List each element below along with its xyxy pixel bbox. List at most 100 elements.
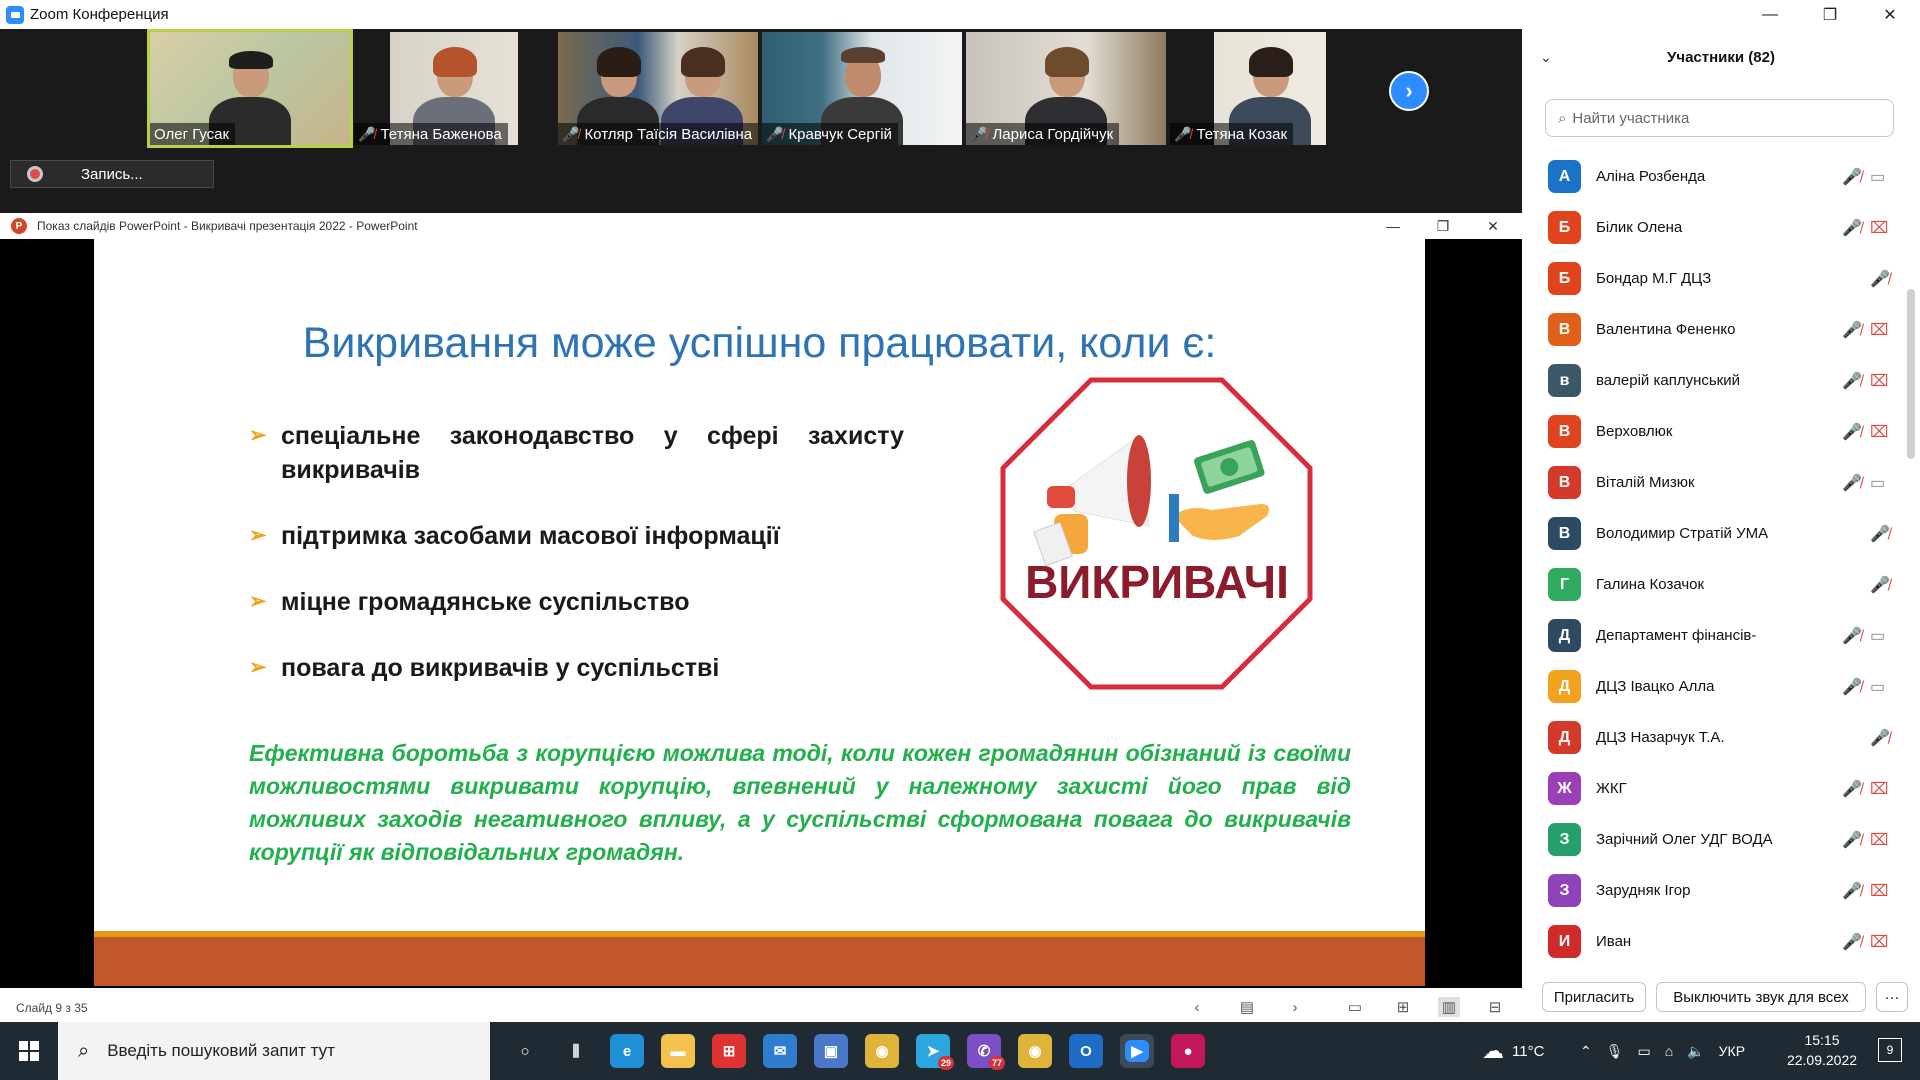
mic-muted-icon[interactable]: 🎤̸ (1870, 728, 1890, 748)
store-icon[interactable]: ⊞ (712, 1034, 746, 1068)
mic-muted-icon[interactable]: 🎤̸ (1842, 371, 1862, 391)
participant-row[interactable]: В Верховлюк 🎤̸ ⌧ (1522, 406, 1920, 457)
task-view-icon[interactable]: ○ (508, 1034, 542, 1068)
participant-row[interactable]: Г Галина Козачок 🎤̸ (1522, 559, 1920, 610)
mic-muted-icon[interactable]: 🎤̸ (1842, 932, 1862, 952)
language-indicator[interactable]: УКР (1719, 1043, 1745, 1059)
mute-all-button[interactable]: Выключить звук для всех (1656, 982, 1866, 1012)
widgets-icon[interactable]: ⫼ (559, 1034, 593, 1068)
minimize-button[interactable]: — (1740, 0, 1800, 29)
mic-muted-icon[interactable]: 🎤̸ (1842, 473, 1862, 493)
mic-muted-icon[interactable]: 🎤̸ (1842, 422, 1862, 442)
video-off-icon[interactable]: ⌧ (1870, 320, 1888, 340)
maximize-button[interactable]: ❐ (1800, 0, 1860, 29)
mic-muted-icon[interactable]: 🎤̸ (1842, 881, 1862, 901)
more-options-button[interactable]: ··· (1876, 982, 1908, 1012)
video-on-icon[interactable]: ▭ (1870, 167, 1885, 187)
chrome-icon[interactable]: ◉ (1018, 1034, 1052, 1068)
mic-muted-icon[interactable]: 🎤̸ (1842, 830, 1862, 850)
participant-row[interactable]: Б Бондар М.Г ДЦЗ 🎤̸ (1522, 253, 1920, 304)
avatar: З (1548, 823, 1581, 856)
window-title: Zoom Конференция (30, 6, 169, 23)
show-hidden-icons[interactable]: ⌃ (1580, 1043, 1592, 1060)
microphone-icon[interactable]: 🎙 (1606, 1043, 1624, 1060)
slideshow-view-icon[interactable]: ⊟ (1484, 997, 1506, 1017)
participant-row[interactable]: А Аліна Розбенда 🎤̸ ▭ (1522, 151, 1920, 202)
participant-row[interactable]: Б Білик Олена 🎤̸ ⌧ (1522, 202, 1920, 253)
previous-slide-icon[interactable]: ‹ (1186, 997, 1208, 1017)
participant-row[interactable]: И Иван 🎤̸ ⌧ (1522, 916, 1920, 967)
slide-sorter-icon[interactable]: ⊞ (1392, 997, 1414, 1017)
video-off-icon[interactable]: ⌧ (1870, 371, 1888, 391)
participant-row[interactable]: В Віталій Мизюк 🎤̸ ▭ (1522, 457, 1920, 508)
participant-row[interactable]: в валерій каплунський 🎤̸ ⌧ (1522, 355, 1920, 406)
edge-icon[interactable]: e (610, 1034, 644, 1068)
video-tile[interactable]: 🎤̸ Кравчук Сергій (762, 32, 962, 145)
normal-view-icon[interactable]: ▭ (1344, 997, 1366, 1017)
participant-list-scrollbar[interactable] (1907, 289, 1915, 459)
participant-search-input[interactable]: ⌕ Найти участника (1545, 99, 1894, 137)
taskbar-clock[interactable]: 15:15 22.09.2022 (1776, 1030, 1868, 1070)
chrome-icon[interactable]: ◉ (865, 1034, 899, 1068)
outlook-icon[interactable]: O (1069, 1034, 1103, 1068)
close-button[interactable]: ✕ (1860, 0, 1920, 29)
drop-icon[interactable]: ● (1171, 1034, 1205, 1068)
participant-row[interactable]: З Зарічний Олег УДГ ВОДА 🎤̸ ⌧ (1522, 814, 1920, 865)
telegram-icon[interactable]: ➤ 29 (916, 1034, 954, 1070)
mic-muted-icon[interactable]: 🎤̸ (1870, 269, 1890, 289)
participant-row[interactable]: В Валентина Фененко 🎤̸ ⌧ (1522, 304, 1920, 355)
pp-restore-button[interactable]: ❐ (1428, 213, 1458, 239)
video-tile[interactable]: Олег Гусак (147, 29, 353, 148)
mic-muted-icon[interactable]: 🎤̸ (1842, 218, 1862, 238)
recording-indicator[interactable]: Запись... (10, 160, 214, 188)
video-on-icon[interactable]: ▭ (1870, 473, 1885, 493)
video-tile[interactable]: 🎤̸ Тетяна Козак (1170, 32, 1370, 145)
participant-row[interactable]: Ж ЖКГ 🎤̸ ⌧ (1522, 763, 1920, 814)
invite-button[interactable]: Пригласить (1542, 982, 1646, 1012)
mic-muted-icon[interactable]: 🎤̸ (1870, 575, 1890, 595)
mic-muted-icon[interactable]: 🎤̸ (1842, 320, 1862, 340)
participant-row[interactable]: В Володимир Стратій УМА 🎤̸ (1522, 508, 1920, 559)
participant-name: Галина Козачок (1596, 576, 1705, 593)
mic-muted-icon[interactable]: 🎤̸ (1842, 626, 1862, 646)
video-off-icon[interactable]: ⌧ (1870, 881, 1888, 901)
zoom-icon[interactable]: ▶ (1120, 1034, 1154, 1068)
taskbar-search-box[interactable]: ⌕ Введіть пошуковий запит тут (58, 1022, 490, 1080)
mic-muted-icon[interactable]: 🎤̸ (1842, 779, 1862, 799)
participant-row[interactable]: Д Департамент фінансів- 🎤̸ ▭ (1522, 610, 1920, 661)
pp-close-button[interactable]: ✕ (1478, 213, 1508, 239)
next-page-arrow-icon[interactable]: › (1389, 71, 1429, 111)
notifications-button[interactable]: 9 (1878, 1038, 1902, 1062)
weather-widget[interactable]: ☁ 11°C (1482, 1022, 1544, 1080)
mic-muted-icon[interactable]: 🎤̸ (1842, 167, 1862, 187)
video-tile[interactable]: 🎤̸ Котляр Таїсія Василівна (558, 32, 758, 145)
volume-icon[interactable]: 🔈 (1687, 1043, 1704, 1060)
next-slide-icon[interactable]: › (1284, 997, 1306, 1017)
mic-muted-icon[interactable]: 🎤̸ (1842, 677, 1862, 697)
file-explorer-icon[interactable]: ▬ (661, 1034, 695, 1068)
video-off-icon[interactable]: ⌧ (1870, 830, 1888, 850)
video-off-icon[interactable]: ⌧ (1870, 422, 1888, 442)
video-off-icon[interactable]: ⌧ (1870, 218, 1888, 238)
battery-icon[interactable]: ▭ (1638, 1043, 1651, 1060)
video-off-icon[interactable]: ⌧ (1870, 779, 1888, 799)
start-button[interactable] (0, 1022, 58, 1080)
video-on-icon[interactable]: ▭ (1870, 677, 1885, 697)
participant-name: Білик Олена (1596, 219, 1683, 236)
video-off-icon[interactable]: ⌧ (1870, 932, 1888, 952)
participant-row[interactable]: Д ДЦЗ Назарчук Т.А. 🎤̸ (1522, 712, 1920, 763)
video-tile[interactable]: 🎤̸ Тетяна Баженова (354, 32, 554, 145)
pp-minimize-button[interactable]: — (1378, 213, 1408, 239)
video-tile[interactable]: 🎤̸ Лариса Гордійчук (966, 32, 1166, 145)
mic-muted-icon[interactable]: 🎤̸ (1870, 524, 1890, 544)
participant-row[interactable]: З Зарудняк Ігор 🎤̸ ⌧ (1522, 865, 1920, 916)
mail-icon[interactable]: ✉ (763, 1034, 797, 1068)
slide-menu-icon[interactable]: ▤ (1236, 997, 1258, 1017)
reading-view-icon[interactable]: ▥ (1438, 997, 1460, 1017)
zoom-title-bar: Zoom Конференция — ❐ ✕ (0, 0, 1920, 29)
network-icon[interactable]: ⌂ (1665, 1043, 1673, 1059)
participant-row[interactable]: Д ДЦЗ Івацко Алла 🎤̸ ▭ (1522, 661, 1920, 712)
viber-icon[interactable]: ✆ 77 (967, 1034, 1005, 1070)
computer-icon[interactable]: ▣ (814, 1034, 848, 1068)
video-on-icon[interactable]: ▭ (1870, 626, 1885, 646)
